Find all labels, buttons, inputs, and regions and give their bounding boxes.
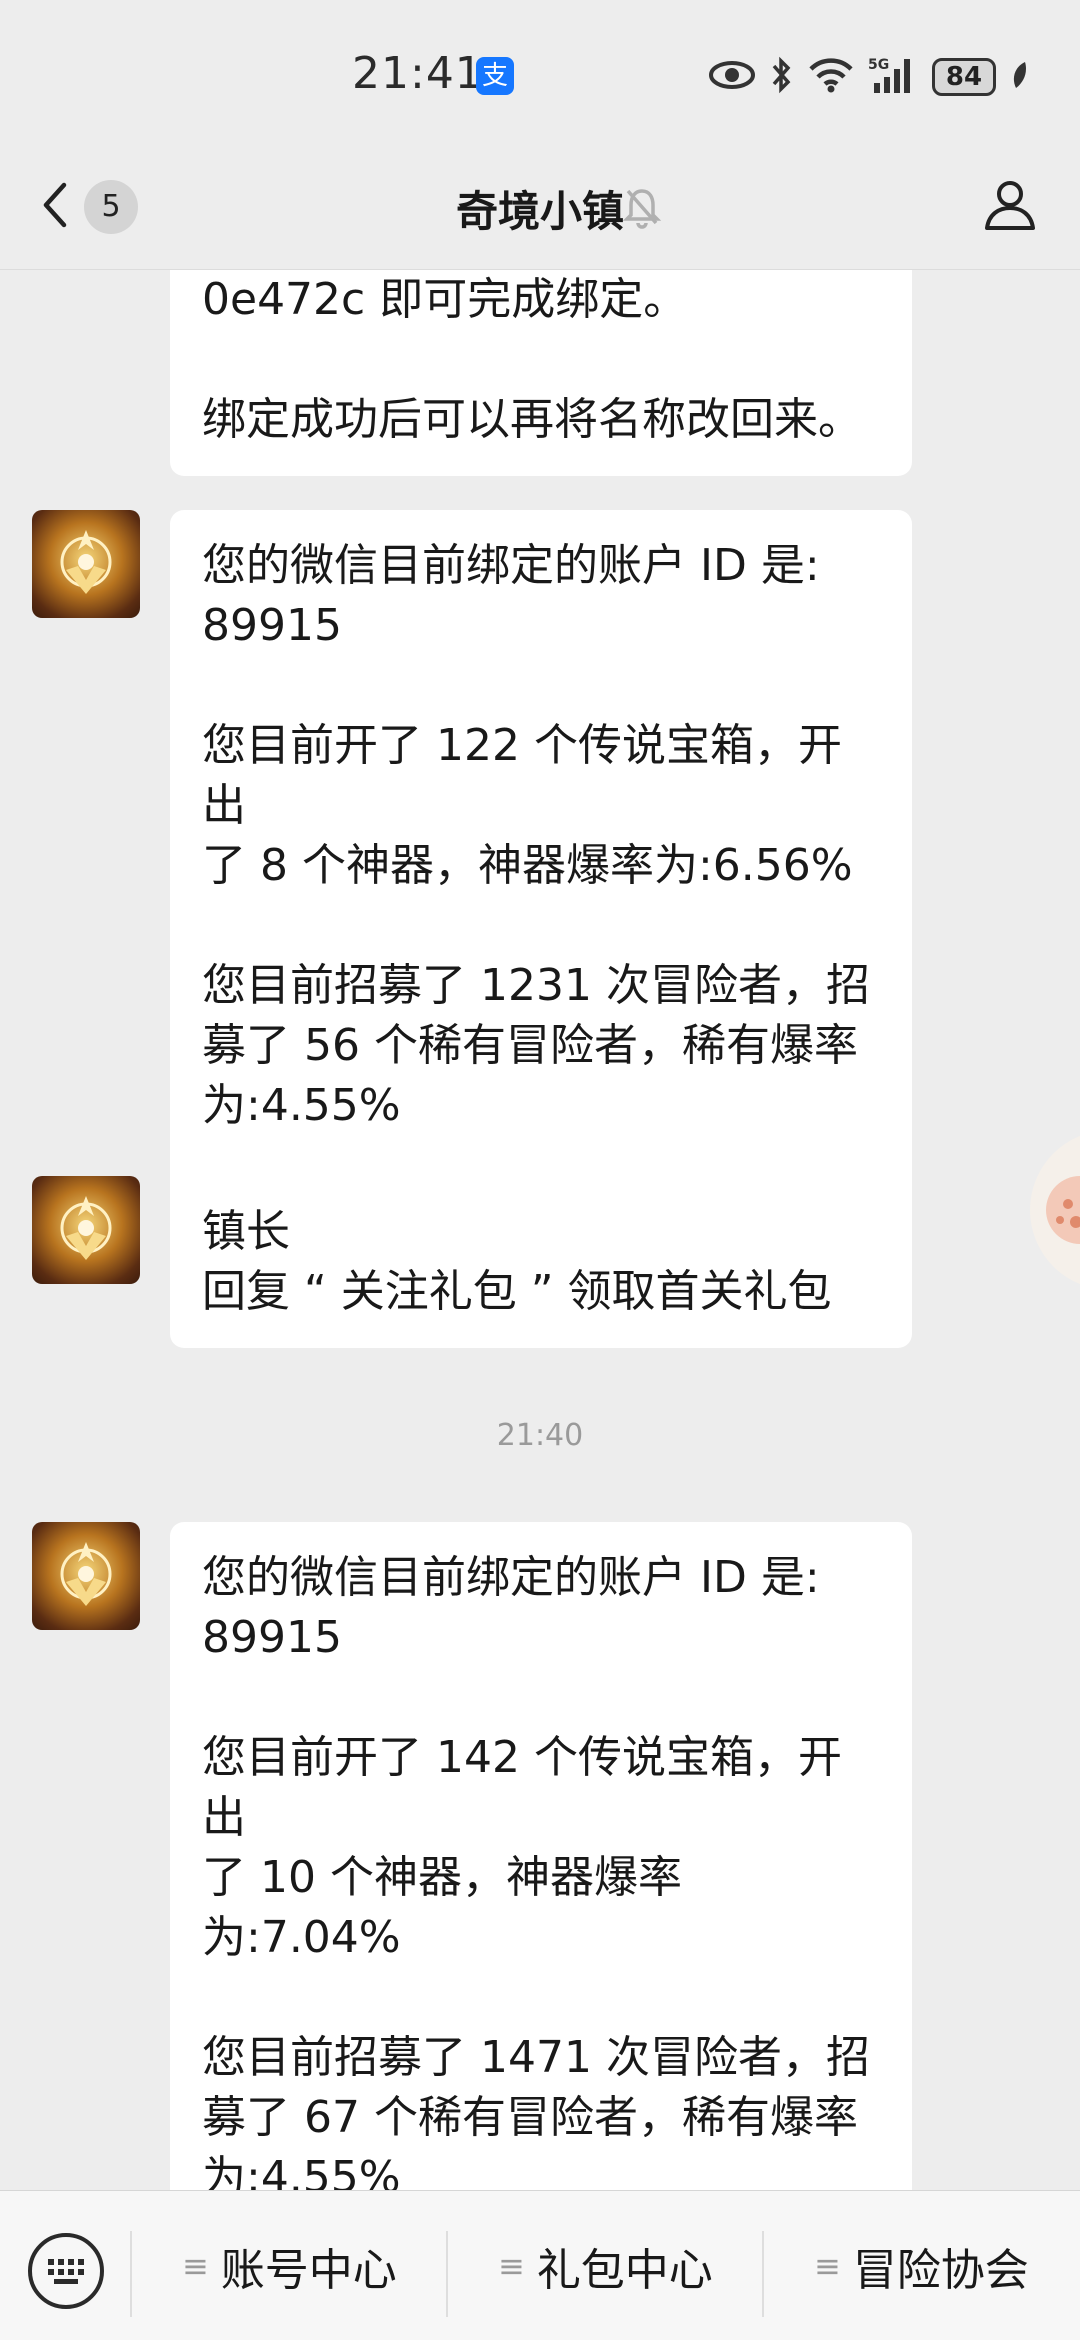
menu-item-gift-center[interactable]: ≡ 礼包中心 [498, 2221, 713, 2311]
menu-item-account-center[interactable]: ≡ 账号中心 [182, 2221, 397, 2311]
keyboard-icon [48, 2259, 84, 2284]
floating-assistant-button[interactable] [1030, 1130, 1080, 1290]
status-icons: 5G 84 [708, 52, 1030, 102]
menu-lines-icon: ≡ [182, 2247, 209, 2285]
message-text: 您的微信目前绑定的账户 ID 是: 89915 [202, 1552, 820, 1663]
menu-item-label: 冒险协会 [852, 2245, 1029, 2296]
message-text: 镇长 回复 “ 关注礼包 ” 领取首关礼包 [202, 1206, 832, 1317]
message-bubble[interactable]: 镇长 回复 “ 关注礼包 ” 领取首关礼包 [170, 1176, 912, 1348]
eye-icon [708, 59, 756, 95]
message-list[interactable]: 0e472c 即可完成绑定。 绑定成功后可以再将名称改回来。 您的微信目前绑定的… [0, 270, 1080, 2190]
signal-5g-icon: 5G [868, 55, 918, 99]
message-bubble[interactable]: 0e472c 即可完成绑定。 绑定成功后可以再将名称改回来。 [170, 270, 912, 476]
menu-lines-icon: ≡ [814, 2247, 841, 2285]
emblem-icon [60, 1196, 112, 1260]
profile-button[interactable] [982, 176, 1038, 236]
message-text: 您目前开了 122 个传说宝箱，开出 了 8 个神器，神器爆率为:6.56% [202, 720, 853, 891]
message-text: 您目前招募了 1231 次冒险者，招 募了 56 个稀有冒险者，稀有爆率 为:4… [202, 960, 870, 1131]
person-icon [982, 181, 1038, 236]
message-bubble[interactable]: 您的微信目前绑定的账户 ID 是: 89915 您目前开了 142 个传说宝箱，… [170, 1522, 912, 2190]
battery-indicator: 84 [932, 58, 996, 96]
avatar[interactable] [32, 510, 140, 618]
leaf-icon [1010, 60, 1030, 94]
status-bar: 21:41 支 5G 84 [0, 0, 1080, 150]
message-text: 绑定成功后可以再将名称改回来。 [202, 394, 862, 445]
message-text: 您目前开了 142 个传说宝箱，开出 了 10 个神器，神器爆率为:7.04% [202, 1732, 842, 1963]
menu-divider [446, 2231, 448, 2317]
message-text: 您目前招募了 1471 次冒险者，招 募了 67 个稀有冒险者，稀有爆率 为:4… [202, 2032, 870, 2190]
bottom-menu-bar: ≡ 账号中心 ≡ 礼包中心 ≡ 冒险协会 [0, 2190, 1080, 2340]
alipay-icon: 支 [476, 57, 514, 95]
emblem-icon [60, 530, 112, 594]
floating-mascot-icon [1046, 1176, 1080, 1244]
menu-divider [130, 2231, 132, 2317]
message-text: 0e472c 即可完成绑定。 [202, 274, 688, 325]
avatar[interactable] [32, 1522, 140, 1630]
menu-item-label: 礼包中心 [536, 2245, 713, 2296]
avatar[interactable] [32, 1176, 140, 1284]
chat-screen: 21:41 支 5G 84 5 奇境小镇 0e472c 即可完成绑定。 绑定成功… [0, 0, 1080, 2340]
bluetooth-icon [770, 56, 794, 98]
mute-bell-icon [622, 185, 662, 233]
nav-bar: 5 奇境小镇 [0, 150, 1080, 270]
menu-lines-icon: ≡ [498, 2247, 525, 2285]
message-timestamp: 21:40 [496, 1418, 584, 1453]
message-text: 您的微信目前绑定的账户 ID 是: 89915 [202, 540, 820, 651]
emblem-icon [60, 1542, 112, 1606]
chat-title: 奇境小镇 [455, 187, 624, 236]
wifi-icon [808, 57, 854, 97]
svg-text:5G: 5G [868, 57, 889, 73]
message-bubble[interactable]: 您的微信目前绑定的账户 ID 是: 89915 您目前开了 122 个传说宝箱，… [170, 510, 912, 1222]
menu-item-adventure-guild[interactable]: ≡ 冒险协会 [814, 2221, 1029, 2311]
status-time: 21:41 [352, 48, 484, 99]
menu-item-label: 账号中心 [220, 2245, 397, 2296]
keyboard-toggle-button[interactable] [28, 2233, 104, 2309]
menu-divider [762, 2231, 764, 2317]
